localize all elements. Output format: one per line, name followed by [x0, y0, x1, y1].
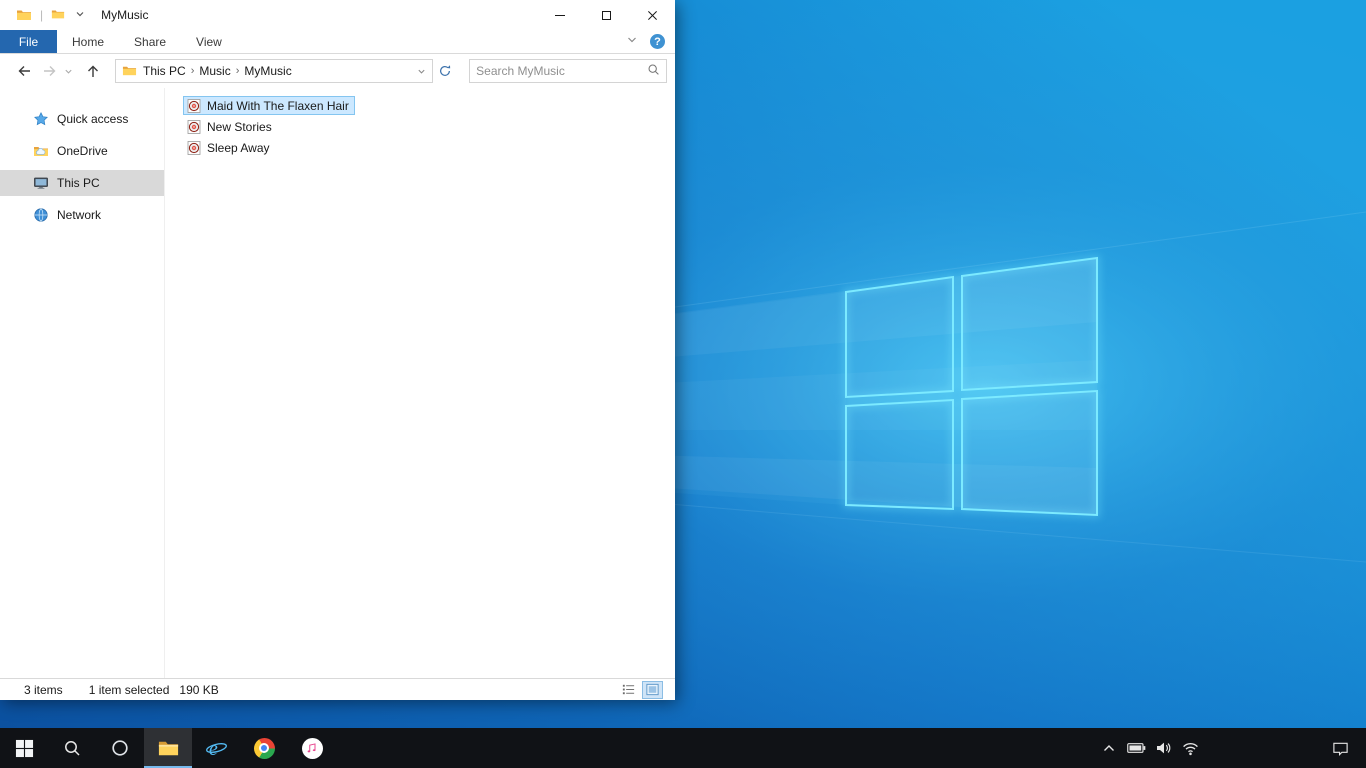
window-title: MyMusic — [101, 8, 149, 22]
tab-file[interactable]: File — [0, 30, 57, 53]
address-dropdown-chevron-icon[interactable] — [415, 67, 428, 76]
onedrive-icon — [33, 143, 49, 159]
sidebar-item-network[interactable]: Network — [0, 202, 164, 228]
start-button[interactable] — [0, 728, 48, 768]
file-item-sleep-away[interactable]: Sleep Away — [183, 138, 276, 157]
music-file-icon — [186, 140, 202, 156]
file-list: Maid With The Flaxen Hair New Stories Sl… — [165, 88, 675, 678]
svg-text:e: e — [208, 738, 217, 760]
titlebar[interactable]: | MyMusic — [0, 0, 675, 30]
help-button[interactable]: ? — [650, 34, 665, 49]
window-controls — [537, 0, 675, 30]
internet-explorer-icon: e — [205, 738, 227, 760]
tab-home[interactable]: Home — [57, 30, 119, 53]
search-box — [469, 59, 667, 83]
selection-size: 190 KB — [179, 682, 219, 697]
quick-access-toolbar: | — [0, 7, 85, 23]
status-bar: 3 items 1 item selected 190 KB — [0, 678, 675, 700]
wifi-icon[interactable] — [1180, 728, 1200, 768]
system-tray — [1099, 728, 1200, 768]
ribbon-tab-strip: File Home Share View ? — [0, 30, 675, 54]
taskbar-internet-explorer-button[interactable]: e — [192, 728, 240, 768]
forward-button[interactable] — [40, 61, 60, 81]
view-toggle-group — [618, 680, 663, 699]
qat-customize-chevron-icon[interactable] — [75, 8, 85, 22]
ribbon-right-controls: ? — [626, 30, 675, 53]
network-icon — [33, 207, 49, 223]
itunes-icon — [301, 737, 323, 759]
file-item-maid-with-the-flaxen-hair[interactable]: Maid With The Flaxen Hair — [183, 96, 355, 115]
large-icons-view-button[interactable] — [642, 680, 663, 699]
cortana-button[interactable] — [96, 728, 144, 768]
breadcrumb-mymusic[interactable]: MyMusic — [239, 64, 296, 78]
expand-ribbon-chevron-icon[interactable] — [626, 34, 638, 49]
window-folder-icon — [16, 7, 32, 23]
sidebar-item-label: Network — [57, 208, 102, 222]
search-input[interactable] — [476, 64, 647, 78]
close-button[interactable] — [629, 0, 675, 30]
sidebar-item-onedrive[interactable]: OneDrive — [0, 138, 164, 164]
item-count: 3 items — [24, 682, 63, 697]
music-file-icon — [186, 98, 202, 114]
address-folder-icon — [122, 63, 138, 79]
search-icon — [65, 741, 80, 756]
window-body: Quick access OneDrive This PC Network Ma… — [0, 88, 675, 678]
up-button[interactable] — [83, 61, 103, 81]
search-icon[interactable] — [647, 63, 660, 79]
taskbar: e — [0, 728, 1366, 768]
windows-logo-icon — [15, 739, 33, 757]
tab-share[interactable]: Share — [119, 30, 181, 53]
taskbar-itunes-button[interactable] — [288, 728, 336, 768]
taskbar-chrome-button[interactable] — [240, 728, 288, 768]
recent-locations-chevron-icon[interactable] — [62, 65, 75, 78]
breadcrumb-music[interactable]: Music — [194, 64, 235, 78]
battery-icon[interactable] — [1126, 728, 1146, 768]
hidden-icons-chevron-icon[interactable] — [1099, 728, 1119, 768]
file-explorer-icon — [158, 741, 178, 755]
sidebar-item-this-pc[interactable]: This PC — [0, 170, 164, 196]
back-button[interactable] — [14, 61, 34, 81]
details-view-button[interactable] — [618, 681, 639, 699]
file-name: New Stories — [207, 119, 272, 134]
file-explorer-window: | MyMusic File Home Share View ? This PC… — [0, 0, 675, 700]
refresh-button[interactable] — [433, 59, 457, 83]
selection-summary: 1 item selected — [88, 682, 170, 697]
address-bar[interactable]: This PC › Music › MyMusic — [115, 59, 434, 83]
tab-view[interactable]: View — [181, 30, 237, 53]
pc-icon — [33, 175, 49, 191]
action-center-icon — [1332, 742, 1348, 756]
breadcrumb-this-pc[interactable]: This PC — [138, 64, 191, 78]
file-name: Sleep Away — [207, 140, 270, 155]
qat-separator: | — [40, 8, 44, 22]
file-item-new-stories[interactable]: New Stories — [183, 117, 278, 136]
minimize-button[interactable] — [537, 0, 583, 30]
chrome-icon — [253, 737, 275, 759]
taskbar-file-explorer-button[interactable] — [144, 728, 192, 768]
sidebar-item-label: Quick access — [57, 112, 129, 126]
navigation-pane: Quick access OneDrive This PC Network — [0, 88, 165, 678]
maximize-button[interactable] — [583, 0, 629, 30]
close-icon — [647, 10, 657, 20]
maximize-icon — [601, 10, 611, 20]
sidebar-item-label: This PC — [57, 176, 100, 190]
navigation-bar: This PC › Music › MyMusic — [0, 54, 675, 88]
large-icons-view-icon — [646, 683, 659, 696]
cortana-icon — [112, 740, 128, 756]
qat-folder-button[interactable] — [51, 7, 67, 23]
file-name: Maid With The Flaxen Hair — [207, 98, 349, 113]
star-icon — [33, 111, 49, 127]
sidebar-item-quick-access[interactable]: Quick access — [0, 106, 164, 132]
sidebar-item-label: OneDrive — [57, 144, 108, 158]
taskbar-search-button[interactable] — [48, 728, 96, 768]
volume-icon[interactable] — [1153, 728, 1173, 768]
minimize-icon — [555, 14, 565, 16]
action-center-button[interactable] — [1318, 728, 1362, 768]
music-file-icon — [186, 119, 202, 135]
details-view-icon — [622, 684, 635, 695]
